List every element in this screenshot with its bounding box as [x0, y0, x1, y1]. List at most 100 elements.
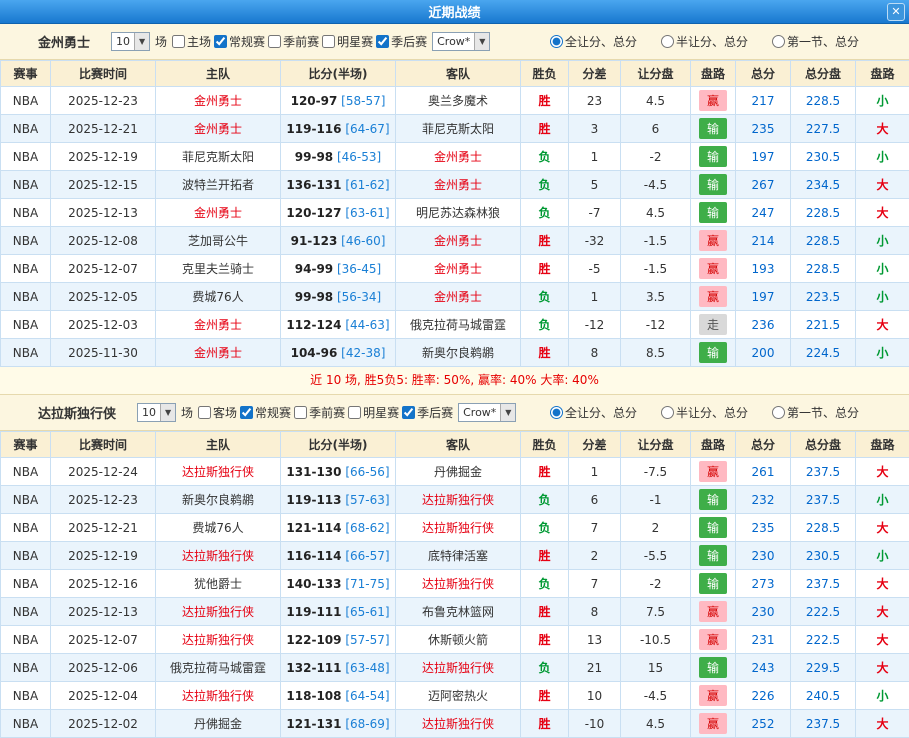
table-row: NBA2025-12-19达拉斯独行侠116-114 [66-57]底特律活塞胜… [1, 542, 909, 570]
radio-label-text: 半让分、总分 [676, 404, 748, 421]
score-cell: 119-113 [57-63] [281, 486, 396, 514]
away-team-cell: 达拉斯独行侠 [396, 486, 521, 514]
league-cell: NBA [1, 227, 51, 255]
handicap-result-cell: 赢 [691, 458, 736, 486]
half-score: [63-48] [345, 661, 389, 675]
checkbox-input[interactable] [240, 406, 253, 419]
home-team-cell: 金州勇士 [156, 199, 281, 227]
radio-input[interactable] [661, 35, 674, 48]
total-line-cell: 228.5 [791, 514, 856, 542]
total-cell: 267 [736, 171, 791, 199]
score-cell: 104-96 [42-38] [281, 339, 396, 367]
checkbox-input[interactable] [198, 406, 211, 419]
checkbox-label: 明星赛 [363, 404, 399, 421]
checkbox-input[interactable] [376, 35, 389, 48]
filter-checkbox-item[interactable]: 季后赛 [376, 33, 427, 50]
table-row: NBA2025-12-21费城76人121-114 [68-62]达拉斯独行侠负… [1, 514, 909, 542]
total-cell: 197 [736, 143, 791, 171]
filter-checkbox-item[interactable]: 客场 [198, 404, 237, 421]
total-cell: 252 [736, 710, 791, 738]
handicap-cell: 4.5 [621, 87, 691, 115]
handicap-result-cell: 赢 [691, 598, 736, 626]
odds-type-radio[interactable]: 第一节、总分 [772, 404, 859, 421]
filter-checkbox-item[interactable]: 常规赛 [240, 404, 291, 421]
home-team-cell: 金州勇士 [156, 87, 281, 115]
total-line-cell: 237.5 [791, 570, 856, 598]
odds-type-radio[interactable]: 半让分、总分 [661, 404, 748, 421]
full-score: 121-131 [286, 717, 341, 731]
checkbox-input[interactable] [214, 35, 227, 48]
radio-input[interactable] [550, 406, 563, 419]
away-team-cell: 金州勇士 [396, 143, 521, 171]
odds-type-radio[interactable]: 半让分、总分 [661, 33, 748, 50]
half-score: [44-63] [345, 318, 389, 332]
radio-input[interactable] [772, 406, 785, 419]
filter-checkbox-item[interactable]: 明星赛 [348, 404, 399, 421]
filter-checkbox-item[interactable]: 常规赛 [214, 33, 265, 50]
date-cell: 2025-12-23 [51, 87, 156, 115]
checkbox-input[interactable] [268, 35, 281, 48]
score-cell: 120-97 [58-57] [281, 87, 396, 115]
bookmaker-select[interactable]: Crow* ▼ [432, 32, 490, 51]
handicap-result-cell: 输 [691, 514, 736, 542]
results-table: 赛事比赛时间主队比分(半场)客队胜负分差让分盘盘路总分总分盘盘路 NBA2025… [0, 431, 909, 738]
home-team-cell: 丹佛掘金 [156, 710, 281, 738]
full-score: 132-111 [286, 661, 341, 675]
close-icon[interactable]: ✕ [887, 3, 905, 21]
games-count-select[interactable]: 10 ▼ [111, 32, 150, 51]
result-cell: 胜 [521, 626, 569, 654]
handicap-result-cell: 输 [691, 199, 736, 227]
filter-checkbox-item[interactable]: 季前赛 [268, 33, 319, 50]
column-header: 比赛时间 [51, 432, 156, 458]
bookmaker-select[interactable]: Crow* ▼ [458, 403, 516, 422]
column-header: 盘路 [691, 61, 736, 87]
filter-checkbox-item[interactable]: 季前赛 [294, 404, 345, 421]
dialog-header: 近期战绩 ✕ [0, 0, 909, 24]
away-team-cell: 迈阿密热火 [396, 682, 521, 710]
games-count-select[interactable]: 10 ▼ [137, 403, 176, 422]
away-team-cell: 丹佛掘金 [396, 458, 521, 486]
date-cell: 2025-12-15 [51, 171, 156, 199]
filter-checkbox-item[interactable]: 季后赛 [402, 404, 453, 421]
date-cell: 2025-12-13 [51, 199, 156, 227]
away-team-cell: 俄克拉荷马城雷霆 [396, 311, 521, 339]
result-cell: 胜 [521, 87, 569, 115]
odds-type-radio[interactable]: 全让分、总分 [550, 404, 637, 421]
radio-input[interactable] [772, 35, 785, 48]
date-cell: 2025-12-13 [51, 598, 156, 626]
date-cell: 2025-12-19 [51, 542, 156, 570]
checkbox-input[interactable] [402, 406, 415, 419]
total-cell: 235 [736, 115, 791, 143]
half-score: [64-67] [345, 122, 389, 136]
checkbox-input[interactable] [294, 406, 307, 419]
checkbox-input[interactable] [322, 35, 335, 48]
checkbox-label: 季前赛 [309, 404, 345, 421]
checkbox-input[interactable] [348, 406, 361, 419]
filter-checkbox-item[interactable]: 主场 [172, 33, 211, 50]
handicap-cell: 2 [621, 514, 691, 542]
odds-type-radio[interactable]: 全让分、总分 [550, 33, 637, 50]
half-score: [58-57] [341, 94, 385, 108]
total-cell: 193 [736, 255, 791, 283]
score-cell: 112-124 [44-63] [281, 311, 396, 339]
radio-input[interactable] [661, 406, 674, 419]
result-cell: 负 [521, 486, 569, 514]
handicap-result-badge: 赢 [699, 601, 727, 622]
filter-checkbox-item[interactable]: 明星赛 [322, 33, 373, 50]
checkbox-label: 客场 [213, 404, 237, 421]
checkbox-input[interactable] [172, 35, 185, 48]
ou-cell: 大 [856, 171, 909, 199]
score-cell: 136-131 [61-62] [281, 171, 396, 199]
away-team-cell: 金州勇士 [396, 255, 521, 283]
diff-cell: 5 [569, 171, 621, 199]
column-header: 分差 [569, 432, 621, 458]
odds-type-radio[interactable]: 第一节、总分 [772, 33, 859, 50]
results-table: 赛事比赛时间主队比分(半场)客队胜负分差让分盘盘路总分总分盘盘路 NBA2025… [0, 60, 909, 367]
column-header: 盘路 [856, 432, 909, 458]
ou-cell: 大 [856, 514, 909, 542]
half-score: [66-57] [345, 549, 389, 563]
checkbox-label: 常规赛 [255, 404, 291, 421]
handicap-cell: -12 [621, 311, 691, 339]
radio-input[interactable] [550, 35, 563, 48]
score-cell: 122-109 [57-57] [281, 626, 396, 654]
